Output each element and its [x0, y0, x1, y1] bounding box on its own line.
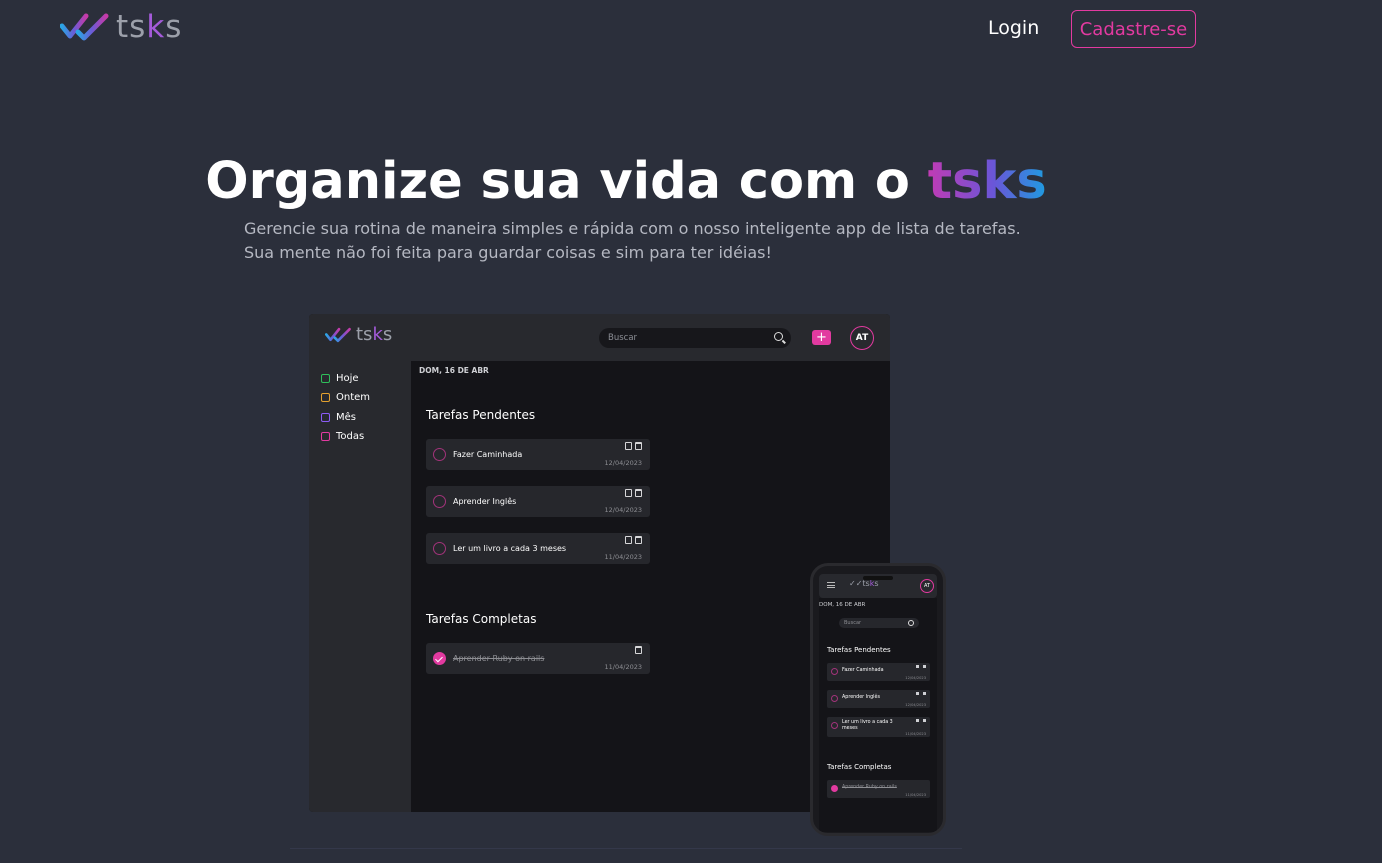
app-logo: tsks — [325, 326, 392, 344]
trash-icon[interactable] — [635, 442, 642, 450]
mobile-app-header: ✓✓tsks AT — [819, 574, 937, 598]
completed-tasks-title: Tarefas Completas — [426, 612, 537, 626]
double-check-logo-icon — [60, 13, 109, 41]
task-card[interactable]: Fazer Caminhada 12/04/2023 — [426, 439, 650, 470]
task-date: 11/04/2023 — [604, 663, 642, 671]
task-card-completed[interactable]: Aprender Ruby on rails 11/04/2023 — [426, 643, 650, 674]
task-card[interactable]: Fazer Caminhada 12/04/2023 — [827, 663, 930, 681]
login-link[interactable]: Login — [988, 17, 1039, 39]
mobile-app-preview: ✓✓tsks AT DOM, 16 DE ABR Buscar Tarefas … — [810, 563, 946, 836]
grid-icon — [321, 432, 330, 441]
task-title: Ler um livro a cada 3 meses — [453, 544, 567, 553]
menu-icon[interactable] — [827, 582, 835, 588]
task-title: Aprender Ruby on rails — [453, 654, 545, 663]
desktop-app-preview: tsks Buscar + AT Hoje Ontem Mês Todas DO… — [309, 314, 890, 812]
task-date: 12/04/2023 — [905, 676, 926, 680]
top-nav: tsks Login Cadastre-se — [0, 0, 1382, 60]
sidebar-item-mes[interactable]: Mês — [321, 412, 356, 423]
task-checkbox[interactable] — [831, 695, 838, 702]
task-card-completed[interactable]: Aprender Ruby on rails 11/04/2023 — [827, 780, 930, 798]
edit-icon[interactable] — [625, 489, 632, 497]
date-label: DOM, 16 DE ABR — [419, 366, 489, 375]
task-title: Aprender Inglês — [453, 497, 517, 506]
task-title: Fazer Caminhada — [453, 450, 523, 459]
task-card[interactable]: Ler um livro a cada 3 meses 11/04/2023 — [426, 533, 650, 564]
task-card[interactable]: Aprender Inglês 12/04/2023 — [426, 486, 650, 517]
pending-tasks-title: Tarefas Pendentes — [426, 408, 536, 422]
calendar-month-icon — [321, 413, 330, 422]
logo[interactable]: tsks — [60, 10, 182, 44]
task-date: 11/04/2023 — [604, 553, 642, 561]
avatar[interactable]: AT — [850, 326, 874, 350]
edit-delete-icons[interactable] — [916, 692, 926, 696]
hero-title-brand: tsks — [927, 152, 1047, 211]
task-title: Aprender Inglês — [842, 695, 880, 700]
task-checkbox[interactable] — [831, 668, 838, 675]
task-title: Ler um livro a cada 3 meses — [842, 720, 893, 731]
pending-tasks-title: Tarefas Pendentes — [827, 646, 891, 654]
task-checkbox[interactable] — [433, 448, 446, 461]
divider — [290, 848, 962, 849]
task-card[interactable]: Ler um livro a cada 3 meses 11/04/2023 — [827, 717, 930, 737]
calendar-yesterday-icon — [321, 393, 330, 402]
task-checkbox[interactable] — [433, 542, 446, 555]
task-title: Aprender Ruby on rails — [842, 785, 897, 790]
trash-icon[interactable] — [635, 536, 642, 544]
task-date: 12/04/2023 — [604, 459, 642, 467]
app-search-input[interactable]: Buscar — [599, 328, 791, 348]
app-header: tsks Buscar + AT — [309, 314, 890, 361]
add-task-button[interactable]: + — [812, 330, 831, 345]
date-label: DOM, 16 DE ABR — [819, 602, 866, 608]
app-sidebar: Hoje Ontem Mês Todas — [309, 361, 411, 812]
double-check-logo-icon — [325, 327, 351, 343]
task-checkbox-checked[interactable] — [433, 652, 446, 665]
trash-icon[interactable] — [635, 646, 642, 654]
task-date: 12/04/2023 — [905, 703, 926, 707]
edit-icon[interactable] — [625, 442, 632, 450]
task-checkbox[interactable] — [433, 495, 446, 508]
hero-title: Organize sua vida com o tsks — [205, 152, 1047, 211]
avatar[interactable]: AT — [920, 579, 934, 593]
calendar-today-icon — [321, 374, 330, 383]
edit-icon[interactable] — [625, 536, 632, 544]
task-date: 11/04/2023 — [905, 732, 926, 736]
task-card[interactable]: Aprender Inglês 12/04/2023 — [827, 690, 930, 708]
sidebar-item-ontem[interactable]: Ontem — [321, 392, 370, 403]
sidebar-item-hoje[interactable]: Hoje — [321, 373, 359, 384]
task-date: 12/04/2023 — [604, 506, 642, 514]
sidebar-item-todas[interactable]: Todas — [321, 431, 364, 442]
task-title: Fazer Caminhada — [842, 668, 884, 673]
completed-tasks-title: Tarefas Completas — [827, 763, 892, 771]
signup-button[interactable]: Cadastre-se — [1071, 10, 1196, 48]
task-checkbox-checked[interactable] — [831, 785, 838, 792]
search-icon — [774, 332, 783, 341]
mobile-search-input[interactable]: Buscar — [839, 618, 919, 628]
edit-delete-icons[interactable] — [916, 719, 926, 723]
task-checkbox[interactable] — [831, 722, 838, 729]
task-date: 11/04/2023 — [905, 793, 926, 797]
hero-subtitle: Gerencie sua rotina de maneira simples e… — [244, 219, 1021, 262]
logo-text: tsks — [116, 8, 183, 45]
trash-icon[interactable] — [635, 489, 642, 497]
edit-delete-icons[interactable] — [916, 665, 926, 669]
mobile-logo: ✓✓tsks — [849, 579, 879, 588]
